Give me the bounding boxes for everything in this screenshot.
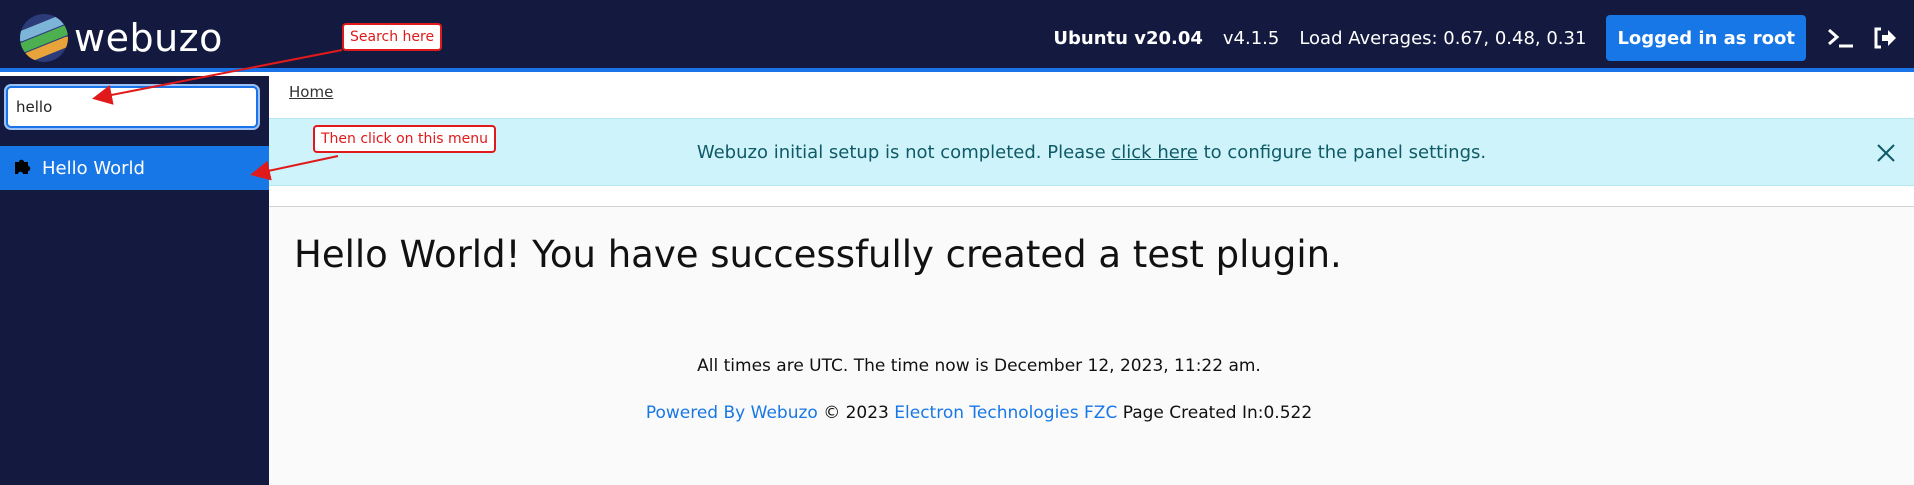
menu-callout: Then click on this menu xyxy=(313,125,496,153)
top-bar: webuzo Ubuntu v20.04 v4.1.5 Load Average… xyxy=(0,0,1914,72)
close-icon[interactable] xyxy=(1872,139,1900,167)
company-link[interactable]: Electron Technologies FZC xyxy=(894,403,1117,423)
puzzle-icon xyxy=(12,156,32,180)
footer: Powered By Webuzo © 2023 Electron Techno… xyxy=(269,403,1689,423)
terminal-icon[interactable] xyxy=(1826,23,1856,53)
sidebar: Hello World xyxy=(0,76,269,485)
breadcrumb-bar: Home xyxy=(269,76,1914,118)
sidebar-item-label: Hello World xyxy=(42,157,145,179)
logout-icon[interactable] xyxy=(1870,23,1900,53)
os-version: Ubuntu v20.04 xyxy=(1053,27,1203,49)
logo-globe-icon xyxy=(20,14,68,62)
setup-alert: Webuzo initial setup is not completed. P… xyxy=(269,118,1914,186)
alert-text: Webuzo initial setup is not completed. P… xyxy=(696,141,1487,163)
alert-click-here-link[interactable]: click here xyxy=(1111,142,1198,163)
logo-text: webuzo xyxy=(74,16,223,60)
search-input[interactable] xyxy=(16,98,248,116)
main-content: Home Webuzo initial setup is not complet… xyxy=(269,76,1914,485)
load-averages: Load Averages: 0.67, 0.48, 0.31 xyxy=(1299,27,1587,49)
webuzo-version: v4.1.5 xyxy=(1222,27,1280,49)
copyright-text: © 2023 xyxy=(823,403,889,423)
powered-by-link[interactable]: Powered By Webuzo xyxy=(646,403,818,423)
logged-in-button[interactable]: Logged in as root xyxy=(1606,15,1806,61)
webuzo-logo[interactable]: webuzo xyxy=(20,14,223,62)
search-box[interactable] xyxy=(6,86,258,128)
search-here-callout: Search here xyxy=(342,23,443,51)
sidebar-item-hello-world[interactable]: Hello World xyxy=(0,146,269,190)
time-note: All times are UTC. The time now is Decem… xyxy=(697,356,1261,376)
page-heading: Hello World! You have successfully creat… xyxy=(294,233,1342,276)
divider xyxy=(269,186,1914,207)
page-created-text: Page Created In:0.522 xyxy=(1122,403,1313,423)
breadcrumb-home[interactable]: Home xyxy=(289,83,333,101)
